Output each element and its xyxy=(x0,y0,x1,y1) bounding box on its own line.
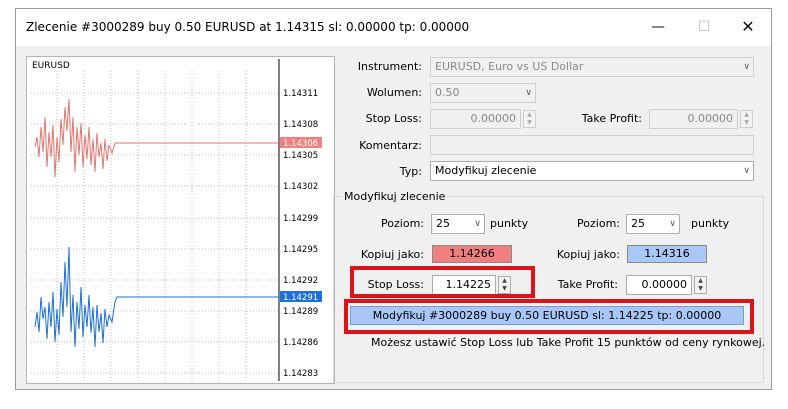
title-bar[interactable]: Zlecenie #3000289 buy 0.50 EURUSD at 1.1… xyxy=(16,9,771,46)
volume-value: 0.50 xyxy=(435,86,460,99)
stoploss-stepper: ▲ ▼ xyxy=(523,110,536,128)
price-label: 1.14295 xyxy=(283,245,318,255)
instrument-value: EURUSD, Euro vs US Dollar xyxy=(435,60,584,73)
modify-tp-label: Take Profit: xyxy=(557,278,618,291)
volume-select: 0.50 ∨ xyxy=(430,83,536,103)
stoploss-input: 0.00000 xyxy=(430,109,521,129)
price-label: 1.14289 xyxy=(283,307,318,317)
window-title: Zlecenie #3000289 buy 0.50 EURUSD at 1.1… xyxy=(26,20,470,34)
stoploss-highlight-box xyxy=(350,266,535,298)
copy-sl-button[interactable]: 1.14266 xyxy=(432,245,512,263)
takeprofit-label: Take Profit: xyxy=(581,112,642,125)
type-label: Typ: xyxy=(399,165,422,178)
modify-group-title: Modyfikuj zlecenie xyxy=(342,190,448,203)
price-label: 1.14299 xyxy=(283,214,318,224)
ask-line-series xyxy=(34,246,279,348)
price-label: 1.14283 xyxy=(283,369,318,379)
maximize-icon[interactable]: ☐ xyxy=(684,15,724,39)
type-value: Modyfikuj zlecenie xyxy=(435,164,537,177)
level-select-right[interactable]: 25 ∨ xyxy=(626,214,680,234)
points-label-left: punkty xyxy=(490,217,529,230)
price-label: 1.14292 xyxy=(283,276,318,286)
level-value-left: 25 xyxy=(436,217,450,230)
modify-tp-input[interactable]: 0.00000 xyxy=(626,275,692,295)
bid-line-series xyxy=(34,98,279,178)
sl-price-marker: 1.14306 xyxy=(283,139,318,149)
price-axis-labels: 1.14311 1.14308 1.14305 1.14302 1.14299 … xyxy=(283,89,318,379)
copy-tp-button[interactable]: 1.14316 xyxy=(627,245,707,263)
comment-input xyxy=(430,135,754,155)
info-note: Możesz ustawić Stop Loss lub Take Profit… xyxy=(371,336,766,349)
comment-label: Komentarz: xyxy=(359,139,422,152)
copy-label-right: Kopiuj jako: xyxy=(556,248,620,261)
chevron-down-icon: ∨ xyxy=(474,219,481,229)
close-icon[interactable]: ✕ xyxy=(728,15,768,39)
chevron-down-icon: ∨ xyxy=(743,166,750,176)
type-select[interactable]: Modyfikuj zlecenie ∨ xyxy=(430,161,754,181)
level-label-left: Poziom: xyxy=(381,217,424,230)
chevron-down-icon: ∨ xyxy=(743,62,750,72)
instrument-select: EURUSD, Euro vs US Dollar ∨ xyxy=(430,57,754,77)
ask-price-marker: 1.14291 xyxy=(283,293,318,303)
price-label: 1.14305 xyxy=(283,151,318,161)
level-select-left[interactable]: 25 ∨ xyxy=(431,214,485,234)
price-label: 1.14308 xyxy=(283,120,318,130)
instrument-label: Instrument: xyxy=(357,60,422,73)
tick-chart: EURUSD 1.14311 1.14308 1.14305 1.14302 1… xyxy=(26,56,335,384)
volume-label: Wolumen: xyxy=(366,86,422,99)
level-label-right: Poziom: xyxy=(577,217,620,230)
copy-label-left: Kopiuj jako: xyxy=(360,248,424,261)
price-label: 1.14286 xyxy=(283,338,318,348)
level-value-right: 25 xyxy=(631,217,645,230)
minimize-icon[interactable]: — xyxy=(638,15,678,39)
tick-chart-svg: 1.14311 1.14308 1.14305 1.14302 1.14299 … xyxy=(31,59,322,381)
modify-button-highlight-box xyxy=(344,299,754,334)
modify-tp-stepper[interactable]: ▲ ▼ xyxy=(694,276,707,294)
price-label: 1.14311 xyxy=(283,89,318,99)
price-label: 1.14302 xyxy=(283,182,318,192)
stoploss-label: Stop Loss: xyxy=(365,112,422,125)
chevron-down-icon: ∨ xyxy=(525,88,532,98)
takeprofit-input: 0.00000 xyxy=(649,109,738,129)
chevron-down-icon: ∨ xyxy=(669,219,676,229)
takeprofit-stepper: ▲ ▼ xyxy=(740,110,753,128)
order-dialog: Zlecenie #3000289 buy 0.50 EURUSD at 1.1… xyxy=(15,8,772,390)
points-label-right: punkty xyxy=(691,217,730,230)
